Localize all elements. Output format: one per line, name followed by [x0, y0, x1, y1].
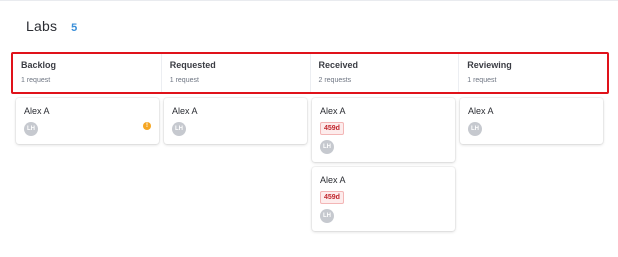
- patient-name: Alex A: [172, 106, 198, 116]
- column-title: Received: [318, 60, 359, 70]
- lab-card[interactable]: Alex A LH: [164, 98, 307, 144]
- kanban-board: Alex A LH ! Alex A LH Alex A 459d LH Ale…: [16, 98, 604, 231]
- patient-name: Alex A: [320, 106, 346, 116]
- column-title: Reviewing: [467, 60, 512, 70]
- avatar: LH: [172, 122, 186, 136]
- column-header-requested[interactable]: Requested 1 request: [162, 54, 311, 92]
- patient-name: Alex A: [468, 106, 494, 116]
- column-title: Backlog: [21, 60, 57, 70]
- alert-icon[interactable]: !: [143, 122, 151, 130]
- patient-name: Alex A: [24, 106, 50, 116]
- column-count: 2 requests: [318, 77, 352, 84]
- page-header: Labs 5: [26, 18, 77, 34]
- column-header-received[interactable]: Received 2 requests: [311, 54, 460, 92]
- top-divider: [0, 0, 618, 1]
- column-received: Alex A 459d LH Alex A 459d LH: [312, 98, 455, 231]
- column-header-reviewing[interactable]: Reviewing 1 request: [459, 54, 607, 92]
- column-count: 1 request: [21, 77, 51, 84]
- lab-card[interactable]: Alex A LH !: [16, 98, 159, 144]
- lab-card[interactable]: Alex A LH: [460, 98, 603, 144]
- column-count: 1 request: [467, 77, 497, 84]
- column-reviewing: Alex A LH: [460, 98, 603, 231]
- avatar: LH: [320, 140, 334, 154]
- age-badge: 459d: [320, 191, 344, 204]
- lab-card[interactable]: Alex A 459d LH: [312, 167, 455, 231]
- column-backlog: Alex A LH !: [16, 98, 159, 231]
- column-requested: Alex A LH: [164, 98, 307, 231]
- avatar: LH: [320, 209, 334, 223]
- patient-name: Alex A: [320, 175, 346, 185]
- page-title: Labs: [26, 18, 58, 34]
- age-badge: 459d: [320, 122, 344, 135]
- column-title: Requested: [169, 60, 216, 70]
- lab-card[interactable]: Alex A 459d LH: [312, 98, 455, 162]
- column-count: 1 request: [169, 77, 199, 84]
- avatar: LH: [468, 122, 482, 136]
- avatar: LH: [24, 122, 38, 136]
- column-headers: Backlog 1 request Requested 1 request Re…: [11, 52, 609, 94]
- column-header-backlog[interactable]: Backlog 1 request: [13, 54, 162, 92]
- page-count-badge: 5: [71, 22, 78, 34]
